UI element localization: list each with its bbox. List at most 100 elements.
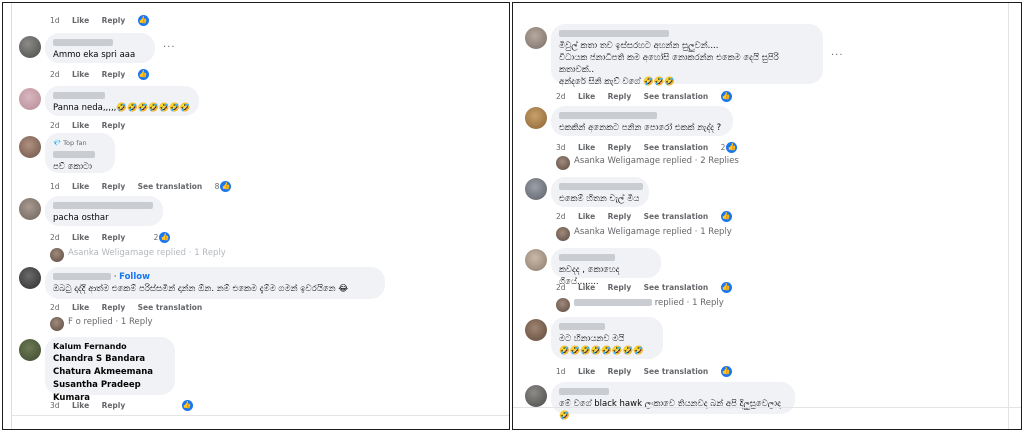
see-translation-link[interactable]: See translation [138, 303, 203, 312]
like-reaction-icon[interactable]: 👍 [137, 69, 149, 80]
avatar[interactable] [19, 36, 41, 58]
redacted-name [574, 299, 652, 306]
comment-bubble: Panna neda,,,,,🤣🤣🤣🤣🤣🤣🤣 [45, 86, 199, 116]
like-reaction-icon[interactable]: 👍 [720, 282, 732, 293]
like-link[interactable]: Like [578, 283, 595, 292]
replies-link[interactable]: F o replied · 1 Reply [68, 317, 153, 327]
like-link[interactable]: Like [578, 143, 595, 152]
avatar[interactable] [19, 136, 41, 158]
like-reaction-icon[interactable]: 👍 [726, 142, 738, 153]
comment-bubble: Ammo eka spri aaa [45, 33, 155, 63]
reply-link[interactable]: Reply [102, 16, 126, 25]
tagged-name[interactable]: Kalum Fernando [53, 341, 167, 353]
comment-bubble: 💎 Top fan පව් කොටා [45, 133, 115, 173]
replies-link[interactable]: Asanka Weligamage replied · 1 Reply [574, 227, 732, 237]
redacted-name [559, 183, 643, 190]
more-options-icon[interactable]: ... [831, 47, 844, 58]
like-link[interactable]: Like [578, 212, 595, 221]
replies-link[interactable]: replied · 1 Reply [574, 298, 724, 308]
left-screenshot-panel: 1d Like Reply 👍 Ammo eka spri aaa ... 2d… [2, 2, 510, 430]
reply-link[interactable]: Reply [608, 367, 632, 376]
see-translation-link[interactable]: See translation [644, 212, 709, 221]
reply-link[interactable]: Reply [608, 212, 632, 221]
comment-meta: 2d Like Reply 2 👍 [50, 232, 180, 243]
avatar[interactable] [19, 88, 41, 110]
avatar[interactable] [19, 339, 41, 361]
avatar[interactable] [525, 107, 547, 129]
see-translation-link[interactable]: See translation [138, 182, 203, 191]
replied-text: replied · 1 Reply [654, 298, 724, 308]
replied-text: Asanka Weligamage replied · 1 Reply [68, 248, 226, 258]
see-translation-link[interactable]: See translation [644, 92, 709, 101]
replies-link[interactable]: Asanka Weligamage replied · 1 Reply [68, 248, 226, 258]
follow-link[interactable]: Follow [119, 272, 150, 282]
top-fan-badge: Top fan [63, 139, 87, 147]
like-link[interactable]: Like [72, 16, 89, 25]
comment-text: එකකින් අනෙකට පනින පොරෝ එකක් නැද්ද ? [559, 123, 722, 133]
avatar[interactable] [525, 319, 547, 341]
like-reaction-icon[interactable]: 👍 [181, 400, 193, 411]
reply-link[interactable]: Reply [102, 70, 126, 79]
like-link[interactable]: Like [72, 121, 89, 130]
reply-link[interactable]: Reply [102, 303, 126, 312]
comment-bubble: මේ වගේ black hawk ලංකාවෙ තියනවද බන් අපි … [551, 382, 795, 421]
laughing-emoji-icon: 🤣 [559, 411, 570, 421]
avatar[interactable] [19, 198, 41, 220]
like-link[interactable]: Like [72, 401, 89, 410]
reply-link[interactable]: Reply [102, 121, 126, 130]
timestamp: 2d [50, 121, 60, 130]
redacted-name [559, 254, 615, 261]
like-reaction-icon[interactable]: 👍 [137, 15, 149, 26]
like-link[interactable]: Like [72, 233, 89, 242]
like-link[interactable]: Like [578, 92, 595, 101]
comment-text: අන්දරේ සිනි කැව් වගේ [559, 77, 641, 87]
reaction-count: 8 [214, 181, 220, 191]
avatar[interactable] [525, 27, 547, 49]
timestamp: 2d [556, 91, 566, 101]
like-reaction-icon[interactable]: 👍 [720, 211, 732, 222]
timestamp: 1d [50, 181, 60, 191]
see-translation-link[interactable]: See translation [644, 367, 709, 376]
tagged-name[interactable]: Chatura Akmeemana [53, 366, 167, 379]
replied-text: Asanka Weligamage replied · 1 Reply [574, 227, 732, 237]
comment-meta: 1d Like Reply 👍 [50, 15, 159, 26]
timestamp: 1d [50, 15, 60, 25]
avatar[interactable] [525, 249, 547, 271]
see-translation-link[interactable]: See translation [644, 143, 709, 152]
reply-link[interactable]: Reply [102, 233, 126, 242]
comment-meta: 1d Like Reply See translation 👍 [556, 366, 742, 377]
like-link[interactable]: Like [72, 303, 89, 312]
like-link[interactable]: Like [72, 182, 89, 191]
redacted-name [53, 273, 111, 280]
see-translation-link[interactable]: See translation [644, 283, 709, 292]
comment-meta: 2d Like Reply See translation 👍 [556, 91, 742, 102]
reply-link[interactable]: Reply [102, 182, 126, 191]
like-reaction-icon[interactable]: 👍 [720, 91, 732, 102]
like-link[interactable]: Like [72, 70, 89, 79]
tagged-name[interactable]: Chandra S Bandara [53, 353, 167, 366]
reply-link[interactable]: Reply [608, 92, 632, 101]
reply-link[interactable]: Reply [608, 283, 632, 292]
like-reaction-icon[interactable]: 👍 [720, 366, 732, 377]
reply-link[interactable]: Reply [608, 143, 632, 152]
comment-meta: 3d Like Reply See translation 2 👍 [556, 142, 747, 153]
like-reaction-icon[interactable]: 👍 [159, 232, 171, 243]
redacted-name [53, 92, 105, 99]
comment-text: Panna neda,,,,, [53, 103, 117, 113]
redacted-name [559, 112, 657, 119]
replies-link[interactable]: Asanka Weligamage replied · 2 Replies [574, 156, 739, 166]
avatar[interactable] [19, 267, 41, 289]
like-reaction-icon[interactable]: 👍 [220, 181, 232, 192]
comment-text: මිවුල් කතා තව ඉස්සරහට අහන්න සුලුවන්.... [559, 41, 719, 51]
replied-text: Asanka Weligamage replied · 2 Replies [574, 156, 739, 166]
comment-meta: 2d Like Reply See translation [50, 303, 212, 312]
comment-bubble: pacha osthar [45, 196, 163, 226]
avatar[interactable] [525, 178, 547, 200]
redacted-name [53, 39, 113, 46]
reply-link[interactable]: Reply [102, 401, 126, 410]
timestamp: 2d [556, 211, 566, 221]
avatar[interactable] [525, 385, 547, 407]
like-link[interactable]: Like [578, 367, 595, 376]
reply-avatar [556, 298, 570, 312]
more-options-icon[interactable]: ... [163, 39, 176, 50]
